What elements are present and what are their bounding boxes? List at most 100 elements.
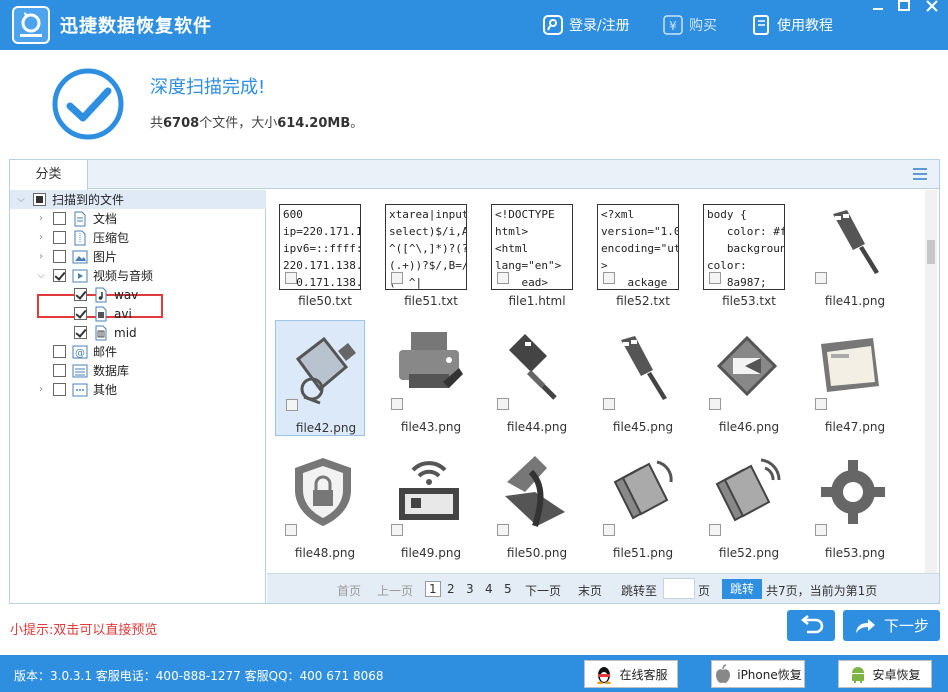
tile-checkbox[interactable] <box>603 272 615 284</box>
yen-icon: ¥ <box>663 15 683 35</box>
file-tile[interactable]: file45.png <box>593 320 683 436</box>
tile-checkbox[interactable] <box>497 398 509 410</box>
file-tile[interactable]: xtarea|input| select)$/i,A=/ ^([^\,]*)?(… <box>381 194 471 310</box>
tree-item-mid[interactable]: mid <box>74 323 137 342</box>
jump-button[interactable]: 跳转 <box>722 579 762 599</box>
tree-item-video-audio[interactable]: ⌵ 视频与音频 <box>36 266 153 285</box>
tree-item-other[interactable]: › 其他 <box>36 380 117 399</box>
view-menu-icon[interactable] <box>913 168 927 180</box>
next-page-link[interactable]: 下一页 <box>525 582 561 599</box>
file-tile[interactable]: file46.png <box>699 320 789 436</box>
tile-checkbox[interactable] <box>709 524 721 536</box>
file-tile[interactable]: file53.png <box>805 446 895 562</box>
page-link-4[interactable]: 4 <box>485 582 493 596</box>
buy-button[interactable]: ¥ 购买 <box>663 13 717 37</box>
tutorial-label: 使用教程 <box>777 18 833 34</box>
file-tile[interactable]: file41.png <box>805 194 895 310</box>
tile-checkbox[interactable] <box>603 398 615 410</box>
tile-checkbox[interactable] <box>709 398 721 410</box>
checkbox[interactable] <box>74 326 87 339</box>
last-page-link[interactable]: 末页 <box>578 582 602 599</box>
checkbox[interactable] <box>53 231 66 244</box>
file-tile[interactable]: file42.png <box>275 320 365 436</box>
tile-checkbox[interactable] <box>709 272 721 284</box>
page-link-5[interactable]: 5 <box>504 582 512 596</box>
file-name: file41.png <box>824 294 886 308</box>
file-tile[interactable]: file48.png <box>275 446 365 562</box>
page-link-1[interactable]: 1 <box>425 581 441 597</box>
close-button[interactable] <box>920 0 944 16</box>
page-link-2[interactable]: 2 <box>447 582 455 596</box>
tile-checkbox[interactable] <box>815 398 827 410</box>
online-service-button[interactable]: 在线客服 <box>584 660 678 688</box>
checkbox[interactable] <box>53 250 66 263</box>
collapse-arrow-icon[interactable]: ⌵ <box>36 270 46 281</box>
expand-arrow-icon[interactable]: › <box>36 251 46 262</box>
login-register-button[interactable]: 登录/注册 <box>543 13 630 37</box>
tree-root[interactable]: ⌵ 扫描到的文件 <box>10 190 266 209</box>
tile-checkbox[interactable] <box>815 272 827 284</box>
file-tile[interactable]: 600 ip=220.171.13 ipv6=::ffff: 220.171.1… <box>275 194 365 310</box>
tile-checkbox[interactable] <box>391 398 403 410</box>
tree-item-avi[interactable]: avi <box>74 304 132 323</box>
maximize-button[interactable] <box>892 0 916 16</box>
tile-checkbox[interactable] <box>815 524 827 536</box>
file-tile[interactable]: file47.png <box>805 320 895 436</box>
collapse-arrow-icon[interactable]: ⌵ <box>16 194 26 205</box>
checkbox[interactable] <box>53 212 66 225</box>
prev-page-link[interactable]: 上一页 <box>377 582 413 599</box>
checkbox[interactable] <box>74 307 87 320</box>
android-icon <box>852 667 865 683</box>
minimize-button[interactable] <box>866 0 890 16</box>
android-recovery-label: 安卓恢复 <box>872 667 921 682</box>
tab-category[interactable]: 分类 <box>10 160 88 190</box>
checkbox[interactable] <box>53 383 66 396</box>
first-page-link[interactable]: 首页 <box>337 582 361 599</box>
tree-item-archives[interactable]: › 压缩包 <box>36 228 129 247</box>
file-tile[interactable]: <!DOCTYPE html> <html lang="en"> ead> fil… <box>487 194 577 310</box>
tile-checkbox[interactable] <box>286 399 298 411</box>
expand-arrow-icon[interactable]: › <box>36 232 46 243</box>
usb-drive-icon <box>295 336 356 405</box>
page-link-3[interactable]: 3 <box>466 582 474 596</box>
file-tile[interactable]: file51.png <box>593 446 683 562</box>
tile-checkbox[interactable] <box>497 524 509 536</box>
expand-arrow-icon[interactable]: › <box>36 213 46 224</box>
tree-item-email[interactable]: @ 邮件 <box>53 342 117 361</box>
file-tile[interactable]: body { color: #fff; backgroun color: 8a9… <box>699 194 789 310</box>
checkbox[interactable] <box>74 288 87 301</box>
checkbox[interactable] <box>53 345 66 358</box>
checkbox[interactable] <box>53 364 66 377</box>
back-button[interactable] <box>787 610 835 641</box>
expand-arrow-icon[interactable]: › <box>36 384 46 395</box>
tree-item-wav[interactable]: wav <box>74 285 138 304</box>
android-recovery-button[interactable]: 安卓恢复 <box>838 660 932 688</box>
file-tile[interactable]: file44.png <box>487 320 577 436</box>
midi-file-icon <box>93 325 109 341</box>
grid-scrollbar[interactable] <box>925 190 937 573</box>
summary-suffix: 。 <box>350 116 364 131</box>
tree-item-documents[interactable]: › 文档 <box>36 209 117 228</box>
tree-item-images[interactable]: › 图片 <box>36 247 117 266</box>
checkbox[interactable] <box>53 269 66 282</box>
checkbox[interactable] <box>33 193 46 206</box>
next-step-button[interactable]: 下一步 <box>843 610 940 641</box>
tutorial-button[interactable]: 使用教程 <box>751 13 833 37</box>
file-tile[interactable]: file50.png <box>487 446 577 562</box>
tile-checkbox[interactable] <box>497 272 509 284</box>
tile-checkbox[interactable] <box>391 272 403 284</box>
tile-checkbox[interactable] <box>391 524 403 536</box>
page-jump-input[interactable] <box>663 578 695 599</box>
file-tile[interactable]: file43.png <box>381 320 471 436</box>
tree-item-database[interactable]: 数据库 <box>53 361 129 380</box>
iphone-recovery-button[interactable]: iPhone恢复 <box>711 660 805 688</box>
file-tile[interactable]: <?xml version="1.0" encoding="ut > ackag… <box>593 194 683 310</box>
file-tile[interactable]: file49.png <box>381 446 471 562</box>
tile-checkbox[interactable] <box>285 272 297 284</box>
tile-checkbox[interactable] <box>285 524 297 536</box>
file-name: file50.png <box>506 546 568 560</box>
file-tile[interactable]: file52.png <box>699 446 789 562</box>
tile-checkbox[interactable] <box>603 524 615 536</box>
scrollbar-thumb[interactable] <box>927 240 935 264</box>
file-name: file48.png <box>294 546 356 560</box>
